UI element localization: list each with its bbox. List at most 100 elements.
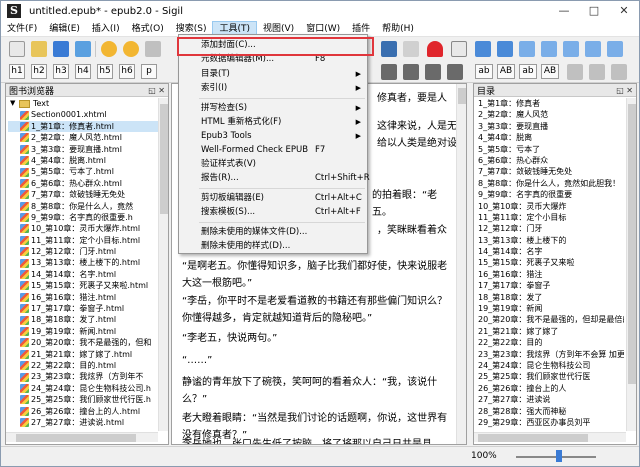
merge-icon[interactable] xyxy=(585,41,601,57)
file-row[interactable]: 1_第1章：修真者.html xyxy=(8,120,158,133)
bullet-list-icon[interactable] xyxy=(567,64,583,80)
lowercase-button[interactable]: ab xyxy=(475,64,493,79)
toc-entry[interactable]: 15_第15章：死裹子又来啦 xyxy=(478,257,624,268)
file-row[interactable]: Section0001.xhtml xyxy=(8,109,158,120)
toc-entry[interactable]: 7_第7章：敛破钱睡无免处 xyxy=(478,166,624,177)
book-browser-hscroll[interactable] xyxy=(6,432,158,442)
menu-item-wellformed-check[interactable]: Well-Formed Check EPUB F7 xyxy=(179,144,367,157)
file-row[interactable]: 12_第12章：门牙.html xyxy=(8,246,158,257)
split-icon[interactable] xyxy=(563,41,579,57)
anchor-icon[interactable] xyxy=(541,41,557,57)
menu-item-spellcheck[interactable]: 拼写检查(S) ▶ xyxy=(179,102,367,115)
toc-entry[interactable]: 9_第9章：名字真的很重要 xyxy=(478,189,624,200)
numbered-list-icon[interactable] xyxy=(589,64,605,80)
align-right-icon[interactable] xyxy=(425,64,441,80)
menu-format[interactable]: 格式(O) xyxy=(126,21,170,36)
close-button[interactable]: ✕ xyxy=(609,1,639,21)
folder-row[interactable]: ▼ Text xyxy=(8,98,158,109)
scroll-thumb[interactable] xyxy=(160,104,168,214)
menu-item-clipboard-editor[interactable]: 剪切板编辑器(E) Ctrl+Alt+C xyxy=(179,192,367,205)
toc-entry[interactable]: 3_第3章：要现直播 xyxy=(478,121,624,132)
toc-entry[interactable]: 22_第22章：目的 xyxy=(478,337,624,348)
toc-entry[interactable]: 20_第20章：我不是最强的，但却是最倍的 xyxy=(478,314,624,325)
file-row[interactable]: 13_第13章：楼上楼下的.html xyxy=(8,257,158,268)
file-row[interactable]: 3_第3章：要现直播.html xyxy=(8,144,158,155)
menu-item-toc[interactable]: 目录(T) ▶ xyxy=(179,68,367,81)
expand-arrow-icon[interactable]: ▼ xyxy=(10,98,19,109)
file-row[interactable]: 20_第20章：我不是最强的，但和 xyxy=(8,337,158,348)
editor-vscroll[interactable] xyxy=(456,84,466,444)
heading-5-button[interactable]: h5 xyxy=(97,64,113,79)
toc-entry[interactable]: 11_第11章：定个小目标 xyxy=(478,212,624,223)
file-row[interactable]: 11_第11章：定个小目标.html xyxy=(8,235,158,246)
undo-icon[interactable] xyxy=(101,41,117,57)
menu-item-saved-searches[interactable]: 搜索模板(S)... Ctrl+Alt+F xyxy=(179,206,367,219)
scroll-thumb[interactable] xyxy=(628,104,636,384)
file-row[interactable]: 5_第5章：亏本了.html xyxy=(8,166,158,177)
menu-insert[interactable]: 插入(I) xyxy=(86,21,126,36)
toc-entry[interactable]: 19_第19章：新闻 xyxy=(478,303,624,314)
save-as-icon[interactable] xyxy=(75,41,91,57)
file-row[interactable]: 10_第10章：灵币大爆炸.html xyxy=(8,223,158,234)
file-row[interactable]: 22_第22章：目的.html xyxy=(8,360,158,371)
check-icon[interactable] xyxy=(451,41,467,57)
file-row[interactable]: 16_第16章：猎注.html xyxy=(8,292,158,303)
toc-entry[interactable]: 13_第13章：楼上楼下的 xyxy=(478,235,624,246)
file-row[interactable]: 2_第2章：魔人风范.html xyxy=(8,132,158,143)
file-row[interactable]: 24_第24章：昆仑生物科技公司.h xyxy=(8,383,158,394)
file-row[interactable]: 25_第25章：我们顾家世代行医.h xyxy=(8,394,158,405)
toc-entry[interactable]: 18_第18章：发了 xyxy=(478,292,624,303)
menu-help[interactable]: 帮助(H) xyxy=(376,21,420,36)
menu-item-index[interactable]: 索引(I) ▶ xyxy=(179,82,367,95)
file-row[interactable]: 9_第9章：名字真的很重要.h xyxy=(8,212,158,223)
toc-entry[interactable]: 27_第27章：进读说 xyxy=(478,394,624,405)
file-row[interactable]: 6_第6章：热心群众.html xyxy=(8,178,158,189)
menu-item-delete-unused-media[interactable]: 删除未使用的媒体文件(D)... xyxy=(179,226,367,239)
file-row[interactable]: 19_第19章：新闻.html xyxy=(8,326,158,337)
minimize-button[interactable]: — xyxy=(549,1,579,21)
toc-entry[interactable]: 8_第8章：你是什么人，竟然如此胆我！ xyxy=(478,178,624,189)
heading-6-button[interactable]: h6 xyxy=(119,64,135,79)
save-icon[interactable] xyxy=(53,41,69,57)
prev-file-icon[interactable] xyxy=(475,41,491,57)
toc-entry[interactable]: 29_第29章：西亚区办事员刘平 xyxy=(478,417,624,428)
file-row[interactable]: 14_第14章：名字.html xyxy=(8,269,158,280)
file-row[interactable]: 27_第27章：进读说.html xyxy=(8,417,158,428)
metadata-icon[interactable] xyxy=(403,41,419,57)
file-row[interactable]: 17_第17章：拳窗子.html xyxy=(8,303,158,314)
toc-hscroll[interactable] xyxy=(474,432,626,442)
menu-item-epub3-tools[interactable]: Epub3 Tools ▶ xyxy=(179,130,367,143)
panel-float-close-icon[interactable]: ◱ ✕ xyxy=(616,86,633,95)
toc-entry[interactable]: 2_第2章：魔人风范 xyxy=(478,109,624,120)
toc-entry[interactable]: 28_第28章：强大而神秘 xyxy=(478,406,624,417)
link-icon[interactable] xyxy=(519,41,535,57)
toc-entry[interactable]: 5_第5章：亏本了 xyxy=(478,144,624,155)
new-file-icon[interactable] xyxy=(9,41,25,57)
file-row[interactable]: 26_第26章：撞台上的人.html xyxy=(8,406,158,417)
table-of-contents-icon[interactable] xyxy=(381,41,397,57)
heading-3-button[interactable]: h3 xyxy=(53,64,69,79)
align-center-icon[interactable] xyxy=(403,64,419,80)
maximize-button[interactable]: □ xyxy=(579,1,609,21)
uppercase-button[interactable]: AB xyxy=(497,64,515,79)
file-row[interactable]: 18_第18章：发了.html xyxy=(8,314,158,325)
redo-icon[interactable] xyxy=(123,41,139,57)
heart-icon[interactable] xyxy=(427,41,443,57)
heading-1-button[interactable]: h1 xyxy=(9,64,25,79)
file-row[interactable]: 21_第21章：嫁了嫁了.html xyxy=(8,349,158,360)
menu-item-reports[interactable]: 报告(R)... Ctrl+Shift+R xyxy=(179,172,370,185)
justify-icon[interactable] xyxy=(447,64,463,80)
cut-icon[interactable] xyxy=(145,41,161,57)
menu-item-delete-unused-styles[interactable]: 删除未使用的样式(D)... xyxy=(179,240,367,253)
toc-entry[interactable]: 1_第1章：修真者 xyxy=(478,98,624,109)
toc-entry[interactable]: 10_第10章：灵币大爆炸 xyxy=(478,201,624,212)
toc-entry[interactable]: 24_第24章：昆仑生物科技公司 xyxy=(478,360,624,371)
toc-entry[interactable]: 17_第17章：拳窗子 xyxy=(478,280,624,291)
file-row[interactable]: 15_第15章：死裹子又来啦.html xyxy=(8,280,158,291)
heading-2-button[interactable]: h2 xyxy=(31,64,47,79)
title-case-button[interactable]: AB xyxy=(541,64,559,79)
book-browser-vscroll[interactable] xyxy=(158,98,168,431)
panel-float-close-icon[interactable]: ◱ ✕ xyxy=(148,86,165,95)
zoom-slider-handle[interactable] xyxy=(556,450,562,462)
toc-entry[interactable]: 14_第14章：名字 xyxy=(478,246,624,257)
